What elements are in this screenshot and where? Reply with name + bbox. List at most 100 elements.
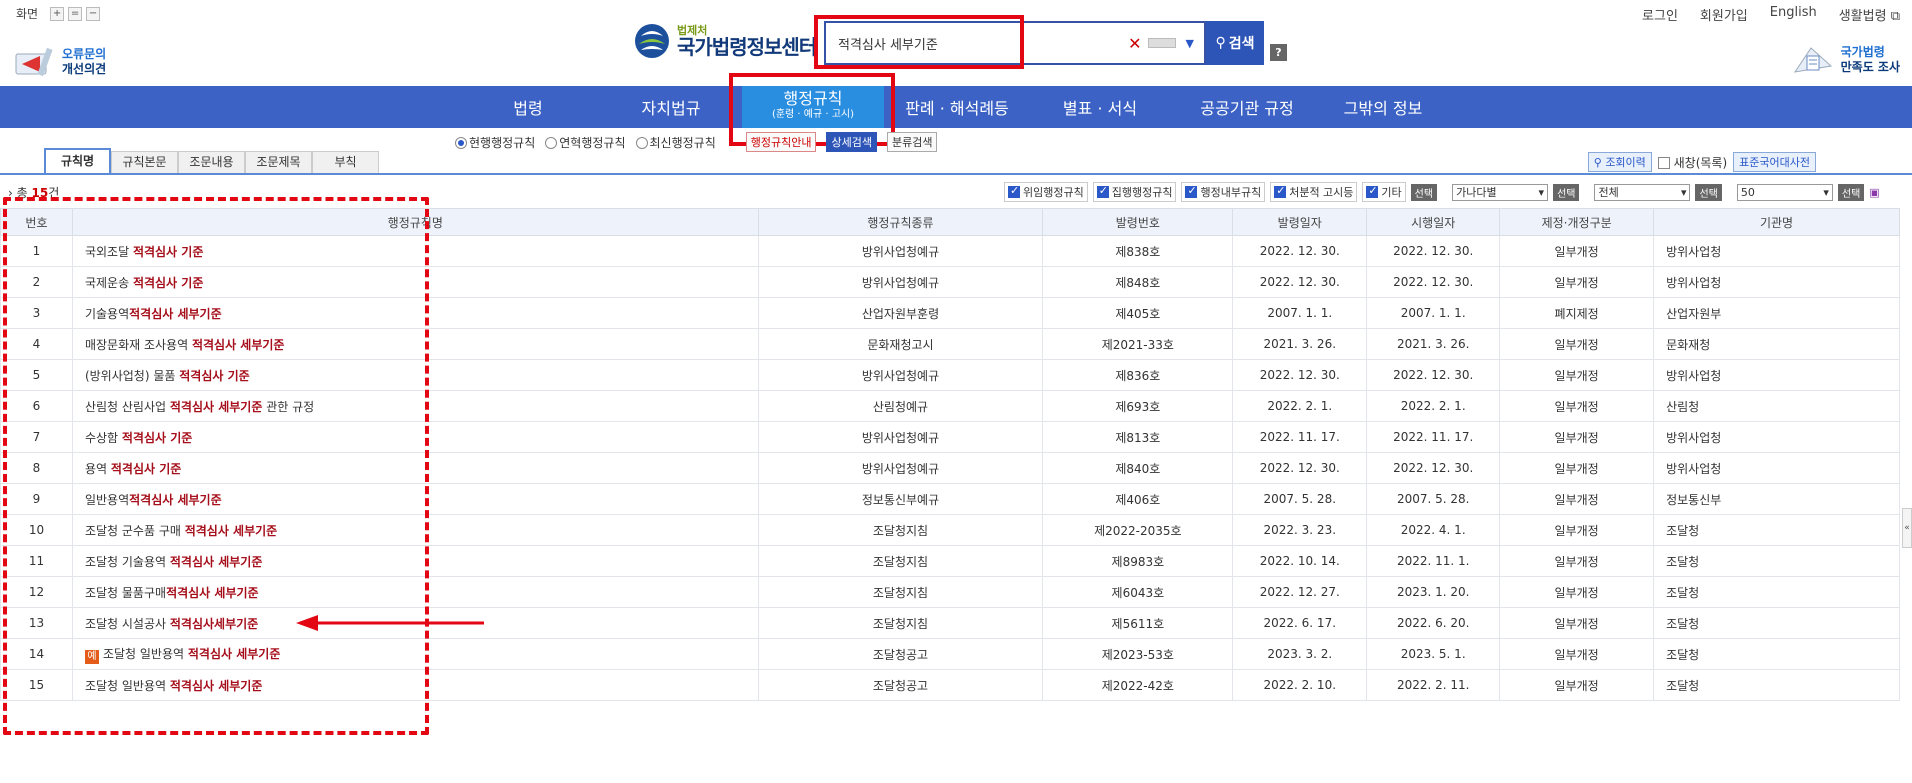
row-issue-number: 제848호 — [1042, 266, 1234, 298]
tab-rule-body[interactable]: 규칙본문 — [111, 151, 178, 173]
col-effective-date[interactable]: 시행일자 — [1366, 208, 1501, 236]
nav-other-info[interactable]: 그밖의 정보 — [1322, 86, 1444, 128]
rule-guide-button[interactable]: 행정규칙안내 — [745, 132, 817, 152]
english-link[interactable]: English — [1770, 5, 1817, 24]
row-effective-date: 2022. 12. 30. — [1366, 359, 1501, 391]
tab-article-title[interactable]: 조문제목 — [245, 151, 312, 173]
site-logo[interactable]: 법제처 국가법령정보센터 — [633, 22, 817, 60]
nav-precedents[interactable]: 판례 · 해석례등 — [884, 86, 1030, 128]
zoom-out-button[interactable]: − — [86, 6, 101, 21]
row-effective-date: 2023. 1. 20. — [1366, 576, 1501, 608]
row-agency: 조달청 — [1653, 545, 1900, 577]
signup-link[interactable]: 회원가입 — [1700, 5, 1748, 24]
view-history-button[interactable]: ⚲ 조회이력 — [1587, 152, 1652, 172]
zoom-reset-button[interactable]: = — [68, 6, 83, 21]
tab-rule-name[interactable]: 규칙명 — [44, 148, 111, 173]
per-page-select[interactable]: 50 ▾ — [1736, 183, 1833, 201]
row-issue-number: 제2022-42호 — [1042, 669, 1234, 701]
life-law-link[interactable]: 생활법령 ⧉ — [1839, 5, 1900, 24]
search-button[interactable]: ⚲ 검색 — [1206, 21, 1264, 65]
zoom-in-button[interactable]: + — [50, 6, 65, 21]
row-effective-date: 2022. 11. 1. — [1366, 545, 1501, 577]
search-dropdown-icon[interactable]: ▼ — [1186, 37, 1194, 50]
row-rule-kind: 방위사업청예규 — [757, 452, 1044, 484]
row-agency: 방위사업청 — [1653, 235, 1900, 267]
main-nav: 법령 자치법규 행정규칙 (훈령 · 예규 · 고시) 판례 · 해석례등 별표… — [0, 86, 1912, 128]
class-search-button[interactable]: 분류검색 — [886, 132, 938, 152]
row-issue-date: 2022. 12. 30. — [1232, 266, 1368, 298]
virtual-keyboard-icon[interactable] — [1147, 38, 1176, 48]
chevron-down-icon: ▾ — [1680, 185, 1687, 199]
logo-subtitle: 법제처 — [677, 23, 708, 37]
sort-select[interactable]: 가나다별 ▾ — [1452, 183, 1549, 201]
nav-local-laws[interactable]: 자치법규 — [600, 86, 742, 128]
row-agency: 조달청 — [1653, 607, 1900, 639]
chevron-down-icon: ▾ — [1538, 185, 1545, 199]
help-button[interactable]: ? — [1270, 44, 1287, 61]
col-revision-type[interactable]: 제정·개정구분 — [1499, 208, 1655, 236]
dictionary-button[interactable]: 표준국어대사전 — [1733, 152, 1816, 172]
row-agency: 조달청 — [1653, 576, 1900, 608]
row-revision-type: 일부개정 — [1499, 359, 1655, 391]
row-issue-date: 2022. 12. 27. — [1232, 576, 1368, 608]
satisfaction-survey-banner[interactable]: 국가법령 만족도 조사 — [1791, 42, 1900, 78]
row-revision-type: 일부개정 — [1499, 514, 1655, 546]
radio-history[interactable]: 연혁행정규칙 — [545, 134, 626, 151]
row-issue-date: 2022. 12. 30. — [1232, 452, 1368, 484]
row-revision-type: 일부개정 — [1499, 669, 1655, 701]
nav-laws[interactable]: 법령 — [458, 86, 598, 128]
row-issue-number: 제2023-53호 — [1042, 638, 1234, 670]
row-revision-type: 일부개정 — [1499, 483, 1655, 515]
radio-current[interactable]: 현행행정규칙 — [455, 134, 535, 151]
row-revision-type: 일부개정 — [1499, 452, 1655, 484]
filter-delegated[interactable]: 위임행정규칙 — [1004, 182, 1088, 202]
clear-search-icon[interactable]: ✕ — [1128, 34, 1141, 53]
nav-appendix-forms[interactable]: 별표 · 서식 — [1030, 86, 1170, 128]
logo-title: 국가법령정보센터 — [677, 34, 817, 59]
scope-select-button[interactable]: 선택 — [1695, 183, 1722, 201]
row-revision-type: 일부개정 — [1499, 607, 1655, 639]
scope-select[interactable]: 전체 ▾ — [1594, 183, 1691, 201]
row-rule-kind: 조달청지침 — [757, 545, 1044, 577]
search-scope-tabs: 규칙명 규칙본문 조문내용 조문제목 부칙 — [44, 148, 379, 173]
row-rule-kind: 조달청지침 — [757, 607, 1044, 639]
row-issue-number: 제693호 — [1042, 390, 1234, 422]
row-agency: 조달청 — [1653, 669, 1900, 701]
filter-internal[interactable]: 행정내부규칙 — [1181, 182, 1266, 202]
row-rule-kind: 산림청예규 — [757, 390, 1044, 422]
save-icon[interactable]: ▣ — [1869, 186, 1879, 199]
col-issue-number[interactable]: 발령번호 — [1042, 208, 1234, 236]
row-agency: 방위사업청 — [1653, 359, 1900, 391]
new-window-toggle[interactable]: 새창(목록) — [1657, 154, 1727, 171]
side-panel-handle[interactable]: « — [1902, 508, 1912, 548]
row-issue-date: 2022. 2. 1. — [1232, 390, 1368, 422]
nav-public-rules[interactable]: 공공기관 규정 — [1172, 86, 1322, 128]
col-agency[interactable]: 기관명 — [1653, 208, 1900, 236]
tab-article-content[interactable]: 조문내용 — [178, 151, 245, 173]
tab-addenda[interactable]: 부칙 — [312, 151, 379, 173]
row-effective-date: 2022. 12. 30. — [1366, 266, 1501, 298]
screen-zoom-control: 화면 + = − — [16, 5, 101, 22]
filter-select-button[interactable]: 선택 — [1410, 183, 1438, 201]
filter-executive[interactable]: 집행행정규칙 — [1092, 182, 1177, 202]
sort-select-button[interactable]: 선택 — [1553, 183, 1580, 201]
detail-search-button[interactable]: 상세검색 — [826, 132, 877, 152]
filter-dispositive[interactable]: 처분적 고시등 — [1270, 182, 1358, 202]
row-issue-number: 제406호 — [1042, 483, 1234, 515]
row-effective-date: 2022. 4. 1. — [1366, 514, 1501, 546]
row-agency: 산업자원부 — [1653, 297, 1900, 329]
row-revision-type: 일부개정 — [1499, 235, 1655, 267]
row-agency: 방위사업청 — [1653, 452, 1900, 484]
filter-other[interactable]: 기타 — [1362, 182, 1406, 202]
col-rule-kind[interactable]: 행정규칙종류 — [757, 208, 1044, 236]
per-page-select-button[interactable]: 선택 — [1837, 183, 1865, 201]
row-effective-date: 2007. 5. 28. — [1366, 483, 1501, 515]
logo-emblem-icon — [635, 24, 669, 58]
error-inquiry-banner[interactable]: 오류문의 개선의견 — [12, 44, 106, 80]
radio-latest[interactable]: 최신행정규칙 — [635, 134, 716, 151]
col-issue-date[interactable]: 발령일자 — [1232, 208, 1368, 236]
row-issue-date: 2007. 5. 28. — [1232, 483, 1368, 515]
row-rule-kind: 조달청지침 — [757, 514, 1044, 546]
login-link[interactable]: 로그인 — [1642, 5, 1678, 24]
promo-line1: 오류문의 — [62, 47, 107, 61]
